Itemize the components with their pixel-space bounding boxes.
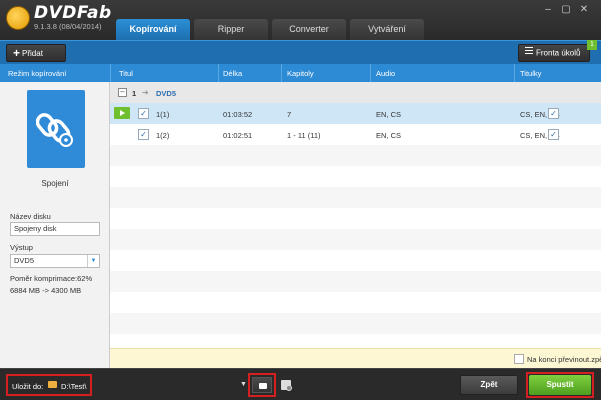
row-length: 01:03:52 xyxy=(223,110,253,119)
row-title: 1(2) xyxy=(156,131,170,140)
maximize-icon[interactable]: ▢ xyxy=(557,4,575,16)
empty-row xyxy=(110,313,601,334)
copy-mode-name: Spojení xyxy=(41,179,69,188)
start-button[interactable]: Spustit xyxy=(529,375,591,395)
rewind-label: Na konci převinout.zpět xyxy=(527,355,601,364)
col-mode: Režim kopírování xyxy=(8,69,67,78)
queue-count-badge: 1 xyxy=(587,40,597,50)
output-label: Výstup xyxy=(10,243,33,252)
row-audio[interactable]: EN, CS xyxy=(376,110,401,119)
disc-group-row[interactable]: – 1 ➜ DVD5 xyxy=(110,82,601,103)
iso-disc-icon xyxy=(286,385,292,391)
row-audio[interactable]: EN, CS xyxy=(376,131,401,140)
row-checkbox[interactable]: ✓ xyxy=(138,108,149,119)
empty-row xyxy=(110,208,601,229)
task-queue-button[interactable]: Fronta úkolů xyxy=(518,44,590,62)
task-queue-label: Fronta úkolů xyxy=(536,48,581,58)
row-end-checkbox[interactable]: ✓ xyxy=(548,129,559,140)
column-header: Režim kopírování Titul Délka Kapitoly Au… xyxy=(0,64,601,82)
play-icon[interactable] xyxy=(114,107,130,119)
add-button-label: Přidat xyxy=(22,49,43,58)
size-info: 6884 MB -> 4300 MB xyxy=(10,286,82,295)
main-tabs: Kopírování Ripper Converter Vytváření xyxy=(116,19,428,40)
table-row[interactable]: ✓ 1(1) 01:03:52 7 EN, CS CS, EN, CS ✓ xyxy=(110,103,601,124)
col-length[interactable]: Délka xyxy=(223,69,242,78)
col-chapters[interactable]: Kapitoly xyxy=(287,69,314,78)
group-name: DVD5 xyxy=(156,89,177,98)
rewind-checkbox[interactable] xyxy=(514,354,524,364)
empty-row xyxy=(110,187,601,208)
window-controls: – ▢ ✕ xyxy=(539,4,593,16)
folder-open-icon xyxy=(259,383,267,389)
app-logo: DVDFab 9.1.3.8 (08/04/2014) xyxy=(6,5,112,31)
output-path-input[interactable]: D:\Test\ xyxy=(61,382,86,391)
toolbar: + Přidat Fronta úkolů xyxy=(0,40,601,64)
compression-ratio: Poměr komprimace:62% xyxy=(10,274,93,283)
col-title[interactable]: Titul xyxy=(119,69,133,78)
merge-link-icon xyxy=(36,113,73,147)
row-length: 01:02:51 xyxy=(223,131,253,140)
browse-folder-button[interactable] xyxy=(252,377,272,393)
disc-name-input[interactable]: Spojeny disk xyxy=(10,222,100,236)
empty-row xyxy=(110,271,601,292)
rewind-notice-bar: Na konci převinout.zpět xyxy=(110,348,601,368)
back-button[interactable]: Zpět xyxy=(460,375,518,395)
empty-row xyxy=(110,250,601,271)
iso-output-button[interactable] xyxy=(279,377,293,393)
tab-vytvareni[interactable]: Vytváření xyxy=(350,19,424,40)
row-title: 1(1) xyxy=(156,110,170,119)
copy-mode-panel: Spojení Název disku Spojeny disk Výstup … xyxy=(0,82,110,368)
collapse-icon[interactable]: – xyxy=(118,88,127,97)
output-select[interactable]: DVD5 ▼ xyxy=(10,254,100,268)
folder-icon xyxy=(48,381,57,388)
disc-name-label: Název disku xyxy=(10,212,51,221)
table-row[interactable]: ✓ 1(2) 01:02:51 1 - 11 (11) EN, CS CS, E… xyxy=(110,124,601,145)
title-bar: DVDFab 9.1.3.8 (08/04/2014) Kopírování R… xyxy=(0,0,601,40)
group-number: 1 xyxy=(132,89,137,98)
tab-kopirovani[interactable]: Kopírování xyxy=(116,19,190,40)
arrow-right-icon: ➜ xyxy=(142,88,149,97)
title-table: – 1 ➜ DVD5 ✓ 1(1) 01:03:52 7 EN, CS CS, … xyxy=(110,82,601,348)
col-audio[interactable]: Audio xyxy=(376,69,395,78)
app-name: DVDFab xyxy=(34,3,112,23)
row-chapters[interactable]: 7 xyxy=(287,110,291,119)
save-to-label: Uložit do: xyxy=(12,382,44,391)
row-chapters[interactable]: 1 - 11 (11) xyxy=(287,131,321,140)
row-end-checkbox[interactable]: ✓ xyxy=(548,108,559,119)
plus-icon: + xyxy=(13,46,21,60)
output-select-value: DVD5 xyxy=(14,256,35,265)
chevron-down-icon[interactable]: ▼ xyxy=(87,255,99,267)
tab-converter[interactable]: Converter xyxy=(272,19,346,40)
empty-row xyxy=(110,166,601,187)
row-checkbox[interactable]: ✓ xyxy=(138,129,149,140)
close-icon[interactable]: ✕ xyxy=(575,4,593,16)
empty-row xyxy=(110,229,601,250)
empty-row xyxy=(110,145,601,166)
col-subtitles[interactable]: Titulky xyxy=(520,69,541,78)
tab-ripper[interactable]: Ripper xyxy=(194,19,268,40)
empty-row xyxy=(110,292,601,313)
app-version: 9.1.3.8 (08/04/2014) xyxy=(34,22,102,31)
add-button[interactable]: + Přidat xyxy=(6,44,66,62)
path-dropdown-icon[interactable]: ▼ xyxy=(240,381,247,388)
list-icon xyxy=(525,45,533,56)
minimize-icon[interactable]: – xyxy=(539,4,557,16)
dvdfab-disc-icon xyxy=(6,6,30,30)
copy-mode-tile[interactable] xyxy=(27,90,85,168)
